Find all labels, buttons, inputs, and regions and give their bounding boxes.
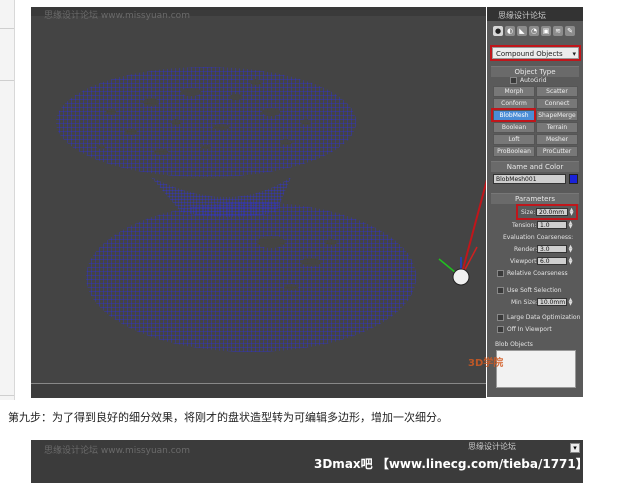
terrain-button[interactable]: Terrain [536,122,578,133]
evaluation-coarseness-label: Evaluation Coarseness: [503,234,574,241]
viewport-label: Viewport: [510,258,539,265]
page-sidebar-strip [0,0,15,400]
blob-helper-sphere[interactable] [452,268,470,286]
connect-button[interactable]: Connect [536,98,578,109]
site-logo-watermark: 3D学院 [468,358,504,369]
soft-selection-checkbox[interactable] [497,287,504,294]
lower-dropdown-icon: ▾ [570,443,580,453]
autogrid-checkbox[interactable] [510,77,517,84]
min-size-spinner-arrows[interactable]: ▲ ▼ [568,298,573,307]
tension-label: Tension: [512,222,537,229]
create-tab-icon[interactable]: ● [493,26,503,36]
hierarchy-tab-icon[interactable]: ◣ [517,26,527,36]
render-coarseness-spinner[interactable]: 3.0 [537,245,567,253]
relative-coarseness-label: Relative Coarseness [507,270,568,277]
highlight-dropdown [490,45,581,61]
relative-coarseness-checkbox[interactable] [497,270,504,277]
blob-objects-label: Blob Objects [495,341,533,348]
tension-spinner-arrows[interactable]: ▲ ▼ [568,221,573,230]
viewport-coarseness-spinner[interactable]: 6.0 [537,257,567,265]
parameters-header[interactable]: Parameters [491,193,579,204]
sidebar-divider [0,80,14,81]
highlight-blobmesh [491,108,536,122]
sidebar-divider [0,28,14,29]
display-tab-icon[interactable]: ▣ [541,26,551,36]
viewport-spinner-arrows[interactable]: ▲ ▼ [568,257,573,266]
motion-tab-icon[interactable]: ◔ [529,26,539,36]
object-type-header[interactable]: Object Type [491,66,579,77]
off-in-viewport-label: Off In Viewport [507,326,552,333]
annotation-pointer-line [462,179,486,270]
object-name-input[interactable]: BlobMesh001 [493,174,566,184]
sidebar-divider [0,395,14,396]
modify-tab-icon[interactable]: ◐ [505,26,515,36]
morph-button[interactable]: Morph [493,86,535,97]
viewport-statusbar [31,383,486,398]
loft-button[interactable]: Loft [493,134,535,145]
spacewarps-tab-icon[interactable]: ≋ [553,26,563,36]
site-banner-text: 3Dmax吧 【www.linecg.com/tieba/1771】 [314,457,588,471]
large-data-checkbox[interactable] [497,314,504,321]
lower-watermark: 思缘设计论坛 www.missyuan.com [44,446,190,456]
highlight-size [516,204,578,220]
render-spinner-arrows[interactable]: ▲ ▼ [568,245,573,254]
large-data-label: Large Data Optimization [507,314,581,321]
utilities-tab-icon[interactable]: ✎ [565,26,575,36]
mesher-button[interactable]: Mesher [536,134,578,145]
name-color-header[interactable]: Name and Color [491,161,579,172]
render-label: Render: [514,246,538,253]
autogrid-label: AutoGrid [520,77,547,84]
blob-objects-list[interactable] [496,350,576,388]
step-caption: 第九步：为了得到良好的细分效果，将刚才的盘状造型转为可编辑多边形，增加一次细分。 [8,411,448,424]
shapemerge-button[interactable]: ShapeMerge [536,110,578,121]
mesh-neck [151,177,291,217]
min-size-label: Min Size: [511,299,538,306]
min-size-spinner[interactable]: 10.0mm [537,298,567,306]
mesh-base [86,202,416,352]
blobmesh-wireframe[interactable] [31,7,486,397]
boolean-button[interactable]: Boolean [493,122,535,133]
panel-header-watermark: 思缘设计论坛 [498,11,546,20]
off-in-viewport-checkbox[interactable] [497,326,504,333]
scatter-button[interactable]: Scatter [536,86,578,97]
proboolean-button[interactable]: ProBoolean [493,146,535,157]
object-color-swatch[interactable] [569,174,578,184]
tension-spinner[interactable]: 1.0 [537,221,567,229]
lower-header-watermark: 思缘设计论坛 [468,442,516,451]
procutter-button[interactable]: ProCutter [536,146,578,157]
soft-selection-label: Use Soft Selection [507,287,562,294]
